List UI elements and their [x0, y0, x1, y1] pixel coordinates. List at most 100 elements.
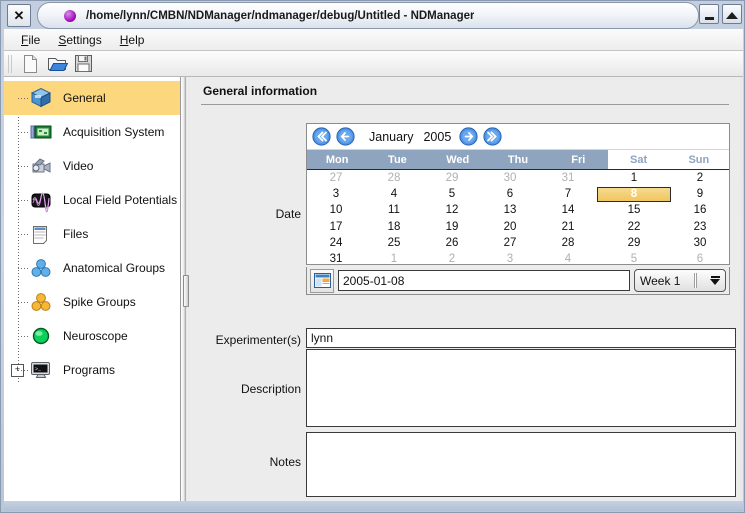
menu-help-label: elp	[128, 32, 145, 47]
week-select-value: Week 1	[640, 273, 681, 288]
notes-label: Notes	[269, 455, 301, 469]
menu-file[interactable]: File	[12, 31, 49, 49]
calendar-day[interactable]: 25	[365, 235, 423, 251]
calendar-day[interactable]: 20	[481, 219, 539, 235]
sidebar-item-neuroscope[interactable]: Neuroscope	[4, 319, 180, 353]
notes-textarea[interactable]	[306, 432, 736, 497]
sidebar-item-spike-groups[interactable]: Spike Groups	[4, 285, 180, 319]
calendar-day[interactable]: 29	[597, 235, 671, 251]
calendar-day[interactable]: 2	[423, 251, 481, 267]
calendar-day[interactable]: 5	[597, 251, 671, 267]
sidebar-splitter[interactable]	[181, 77, 189, 501]
maximize-icon	[726, 12, 738, 19]
calendar-day[interactable]: 3	[307, 186, 365, 202]
calendar-day[interactable]: 4	[365, 186, 423, 202]
toolbar-drag-handle[interactable]	[8, 54, 14, 73]
calendar-day[interactable]: 30	[481, 170, 539, 186]
open-file-button[interactable]	[44, 53, 70, 75]
calendar-day[interactable]: 28	[365, 170, 423, 186]
calendar-day[interactable]: 6	[481, 186, 539, 202]
next-year-button[interactable]	[483, 127, 502, 146]
calendar-day[interactable]: 18	[365, 219, 423, 235]
status-bar	[4, 501, 743, 511]
calendar-day[interactable]: 29	[423, 170, 481, 186]
calendar-day[interactable]: 11	[365, 202, 423, 218]
previous-year-button[interactable]	[312, 127, 331, 146]
sidebar-item-general[interactable]: General	[4, 81, 180, 115]
calendar-day[interactable]: 16	[671, 202, 729, 218]
calendar-table-icon	[313, 273, 331, 288]
calendar-day-grid: 27 28 29 30 31 1 2 3 4 5 6 7 8 9 10 11 1…	[307, 169, 729, 267]
calendar-day[interactable]: 26	[423, 235, 481, 251]
tree-stub	[18, 98, 28, 99]
close-icon: ✕	[13, 8, 25, 23]
sidebar-item-local-field-potentials[interactable]: Local Field Potentials	[4, 183, 180, 217]
week-select[interactable]: Week 1	[634, 269, 726, 292]
date-input[interactable]: 2005-01-08	[338, 270, 630, 291]
calendar-day[interactable]: 24	[307, 235, 365, 251]
close-window-button[interactable]: ✕	[7, 4, 31, 27]
camcorder-icon	[28, 153, 54, 179]
calendar-day[interactable]: 21	[539, 219, 597, 235]
sidebar-item-anatomical-groups[interactable]: Anatomical Groups	[4, 251, 180, 285]
menu-bar: File Settings Help	[4, 29, 743, 51]
calendar-day[interactable]: 15	[597, 202, 671, 218]
calendar-day[interactable]: 2	[671, 170, 729, 186]
calendar-day[interactable]: 1	[597, 170, 671, 186]
window-controls	[699, 4, 742, 24]
sidebar-item-video[interactable]: Video	[4, 149, 180, 183]
calendar-day[interactable]: 3	[481, 251, 539, 267]
menu-help[interactable]: Help	[111, 31, 154, 49]
calendar-day[interactable]: 12	[423, 202, 481, 218]
calendar-weekday-header: Mon Tue Wed Thu Fri Sat Sun	[307, 150, 729, 169]
panel-scrollbar[interactable]	[740, 77, 743, 501]
calendar-day[interactable]: 7	[539, 186, 597, 202]
save-file-button[interactable]	[70, 53, 96, 75]
green-sphere-icon	[28, 323, 54, 349]
calendar-navigation: January 2005	[307, 124, 729, 150]
menu-settings[interactable]: Settings	[49, 31, 110, 49]
open-calendar-button[interactable]	[310, 268, 334, 293]
calendar-day[interactable]: 27	[307, 170, 365, 186]
date-entry-row: 2005-01-08 Week 1	[306, 267, 730, 295]
date-picker-calendar: January 2005 Mon Tue Wed Thu Fri Sat Sun…	[306, 123, 730, 265]
calendar-day[interactable]: 31	[307, 251, 365, 267]
title-divider	[201, 104, 729, 105]
sidebar-item-files[interactable]: Files	[4, 217, 180, 251]
minimize-button[interactable]	[699, 4, 719, 24]
calendar-day-selected[interactable]: 8	[597, 186, 671, 202]
calendar-day[interactable]: 30	[671, 235, 729, 251]
calendar-day[interactable]: 14	[539, 202, 597, 218]
calendar-day[interactable]: 31	[539, 170, 597, 186]
calendar-day[interactable]: 5	[423, 186, 481, 202]
calendar-day[interactable]: 27	[481, 235, 539, 251]
calendar-day[interactable]: 23	[671, 219, 729, 235]
next-month-button[interactable]	[459, 127, 478, 146]
calendar-day[interactable]: 17	[307, 219, 365, 235]
sidebar-item-acquisition-system[interactable]: Acquisition System	[4, 115, 180, 149]
calendar-day[interactable]: 13	[481, 202, 539, 218]
calendar-day[interactable]: 9	[671, 186, 729, 202]
calendar-day[interactable]: 6	[671, 251, 729, 267]
calendar-day[interactable]: 10	[307, 202, 365, 218]
calendar-day[interactable]: 1	[365, 251, 423, 267]
previous-month-button[interactable]	[336, 127, 355, 146]
maximize-button[interactable]	[722, 4, 742, 24]
description-textarea[interactable]	[306, 349, 736, 427]
sidebar-item-programs[interactable]: + >_ Programs	[4, 353, 180, 387]
new-file-button[interactable]	[18, 53, 44, 75]
weekday-sat: Sat	[608, 150, 669, 169]
calendar-day[interactable]: 19	[423, 219, 481, 235]
calendar-day[interactable]: 22	[597, 219, 671, 235]
sidebar-item-label: Programs	[63, 363, 116, 377]
calendar-day[interactable]: 28	[539, 235, 597, 251]
experimenters-input[interactable]: lynn	[306, 328, 736, 348]
open-folder-icon	[47, 57, 68, 71]
weekday-mon: Mon	[307, 150, 368, 169]
sidebar-item-label: Neuroscope	[63, 329, 128, 343]
general-information-panel: General information Date January 2005 Mo…	[189, 77, 743, 501]
sidebar-item-label: Files	[63, 227, 89, 241]
calendar-day[interactable]: 4	[539, 251, 597, 267]
floppy-disk-icon	[74, 55, 92, 72]
calendar-month-label: January	[369, 129, 414, 144]
